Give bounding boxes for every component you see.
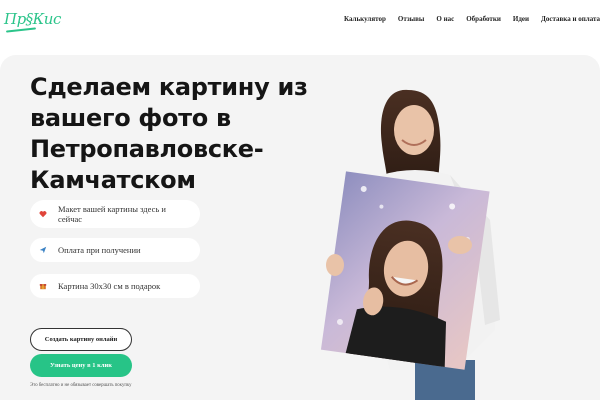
- plane-icon: [38, 245, 48, 255]
- get-price-button[interactable]: Узнать цену в 1 клик: [30, 354, 132, 377]
- nav-about[interactable]: О нас: [436, 15, 454, 23]
- feature-item: Оплата при получении: [30, 238, 200, 262]
- feature-item: Картина 30x30 см в подарок: [30, 274, 200, 298]
- logo-underline: [5, 27, 37, 33]
- nav-delivery-payment[interactable]: Доставка и оплата: [541, 15, 600, 23]
- feature-text: Картина 30x30 см в подарок: [58, 281, 161, 291]
- nav-ideas[interactable]: Идеи: [513, 15, 529, 23]
- gift-icon: [38, 281, 48, 291]
- disclaimer-note: Это бесплатно и не обязывает совершать п…: [30, 383, 132, 388]
- create-painting-button[interactable]: Создать картину онлайн: [30, 328, 132, 351]
- nav-calculator[interactable]: Калькулятор: [344, 15, 386, 23]
- brand-logo[interactable]: Пр§Кис: [4, 10, 61, 28]
- site-header: Пр§Кис Калькулятор Отзывы О нас Обработк…: [0, 0, 600, 48]
- heart-icon: [38, 209, 48, 219]
- nav-reviews[interactable]: Отзывы: [398, 15, 425, 23]
- feature-item: Макет вашей картины здесь и сейчас: [30, 200, 200, 228]
- feature-text: Оплата при получении: [58, 245, 141, 255]
- feature-text: Макет вашей картины здесь и сейчас: [58, 204, 166, 224]
- nav-processing[interactable]: Обработки: [466, 15, 501, 23]
- hero-photo: [320, 89, 500, 400]
- main-nav: Калькулятор Отзывы О нас Обработки Идеи …: [344, 15, 600, 23]
